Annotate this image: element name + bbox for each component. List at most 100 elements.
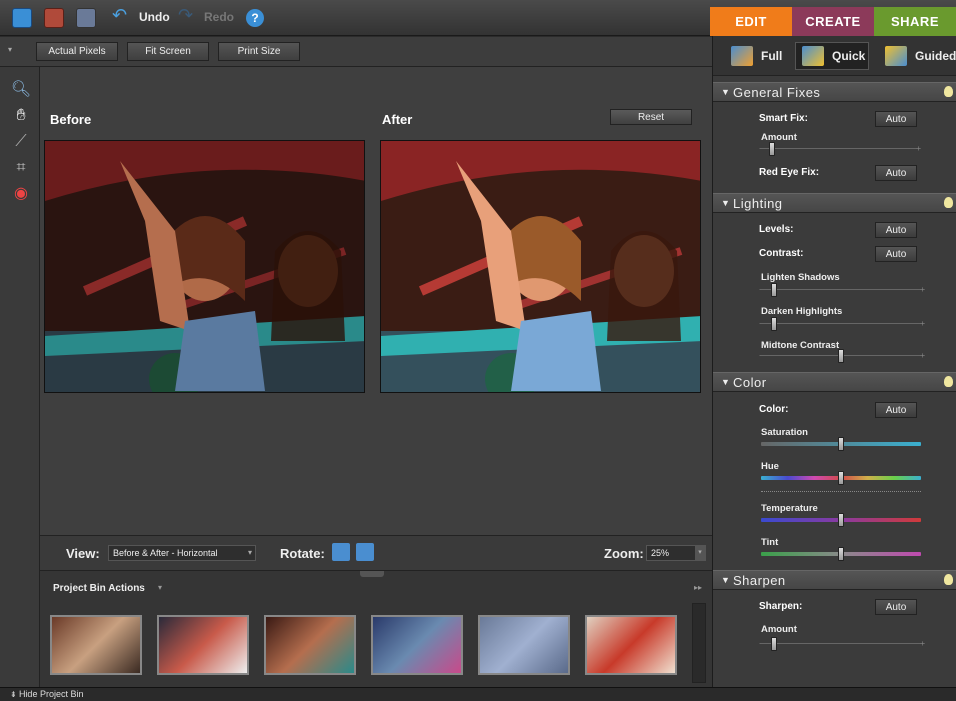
rotate-right-icon[interactable]: [356, 543, 374, 561]
midtone-contrast-slider[interactable]: − +: [759, 349, 925, 363]
hue-reference-line: [761, 491, 921, 493]
save-icon[interactable]: [76, 8, 96, 28]
collapse-triangle-icon: ▼: [721, 575, 731, 585]
tab-edit[interactable]: EDIT: [710, 7, 792, 36]
hue-slider[interactable]: [761, 471, 921, 485]
bin-thumbnail-2[interactable]: [157, 615, 249, 675]
smart-fix-amount-slider[interactable]: − +: [759, 142, 921, 156]
slider-thumb[interactable]: [838, 513, 844, 527]
slider-track: [761, 323, 921, 324]
mode-guided[interactable]: Guided: [885, 42, 956, 70]
slider-track: [761, 643, 921, 644]
lighting-header[interactable]: ▼ Lighting: [713, 193, 956, 213]
undo-icon[interactable]: ↶: [112, 5, 136, 25]
bin-splitter-handle[interactable]: [360, 571, 384, 577]
red-eye-auto-button[interactable]: Auto: [875, 165, 917, 181]
view-select-value: Before & After - Horizontal: [113, 548, 218, 558]
sharpen-amount-label: Amount: [761, 624, 797, 635]
color-header[interactable]: ▼ Color: [713, 372, 956, 392]
after-image[interactable]: [380, 140, 701, 393]
bin-thumbnail-1[interactable]: [50, 615, 142, 675]
options-collapse-icon[interactable]: ▾: [8, 45, 12, 54]
tab-create[interactable]: CREATE: [792, 7, 874, 36]
lighting-title: Lighting: [733, 196, 783, 211]
zoom-stepper-icon[interactable]: ▾: [695, 546, 705, 560]
zoom-tool-icon[interactable]: 🔍︎: [10, 79, 32, 101]
red-eye-tool-icon[interactable]: ◉: [10, 183, 32, 205]
fit-screen-button[interactable]: Fit Screen: [127, 42, 209, 61]
slider-thumb[interactable]: [771, 317, 777, 331]
slider-thumb[interactable]: [838, 471, 844, 485]
collapse-triangle-icon: ▼: [721, 198, 731, 208]
bin-scrollbar[interactable]: [692, 603, 706, 683]
bin-thumbnail-6[interactable]: [585, 615, 677, 675]
slider-thumb[interactable]: [838, 547, 844, 561]
top-menu-bar: ↶ Undo ↷ Redo ? EDIT CREATE SHARE: [0, 0, 956, 36]
mode-quick-label: Quick: [832, 49, 866, 63]
slider-thumb[interactable]: [838, 349, 844, 363]
tab-edit-label: EDIT: [735, 14, 767, 29]
darken-highlights-slider[interactable]: − +: [759, 317, 925, 331]
rotate-left-icon[interactable]: [332, 543, 350, 561]
hand-tool-icon[interactable]: ✋︎: [10, 105, 32, 127]
zoom-value: 25%: [651, 548, 670, 558]
project-bin: Project Bin Actions ▾ ▸▸: [40, 571, 712, 687]
bin-thumbnail-4[interactable]: [371, 615, 463, 675]
tint-slider[interactable]: [761, 547, 921, 561]
levels-label: Levels:: [759, 224, 794, 235]
zoom-input[interactable]: 25% ▾: [646, 545, 706, 561]
help-button[interactable]: ?: [246, 9, 264, 27]
mode-full-label: Full: [761, 49, 783, 63]
tip-bulb-icon[interactable]: [944, 574, 953, 585]
contrast-auto-button[interactable]: Auto: [875, 246, 917, 262]
tip-bulb-icon[interactable]: [944, 376, 953, 387]
mode-quick[interactable]: Quick: [795, 42, 869, 70]
plus-icon: +: [916, 144, 921, 153]
bin-thumbnail-3[interactable]: [264, 615, 356, 675]
slider-thumb[interactable]: [769, 142, 775, 156]
saturation-slider[interactable]: [761, 437, 921, 451]
edit-mode-bar: Full Quick Guided: [713, 36, 956, 76]
lighten-shadows-slider[interactable]: − +: [759, 283, 925, 297]
tip-bulb-icon[interactable]: [944, 86, 953, 97]
tab-share[interactable]: SHARE: [874, 7, 956, 36]
sharpen-auto-button[interactable]: Auto: [875, 599, 917, 615]
bin-thumbnail-5[interactable]: [478, 615, 570, 675]
levels-auto-button[interactable]: Auto: [875, 222, 917, 238]
bin-actions-chevron-icon[interactable]: ▾: [158, 583, 162, 592]
crop-tool-icon[interactable]: ⌗: [10, 157, 32, 179]
adjustments-panel: Full Quick Guided ▼ General Fixes Smart …: [712, 36, 956, 687]
color-auto-button[interactable]: Auto: [875, 402, 917, 418]
plus-icon: +: [920, 285, 925, 294]
red-eye-fix-label: Red Eye Fix:: [759, 167, 820, 178]
slider-thumb[interactable]: [771, 283, 777, 297]
hide-project-bin-icon[interactable]: ⇟: [10, 690, 19, 699]
redo-icon[interactable]: ↷: [178, 5, 202, 25]
temperature-slider[interactable]: [761, 513, 921, 527]
undo-button[interactable]: Undo: [139, 10, 170, 24]
reset-button[interactable]: Reset: [610, 109, 692, 125]
sharpen-amount-slider[interactable]: − +: [759, 637, 925, 651]
bin-expand-icon[interactable]: ▸▸: [694, 583, 702, 592]
slider-thumb[interactable]: [771, 637, 777, 651]
open-folder-icon[interactable]: [44, 8, 64, 28]
lighten-shadows-label: Lighten Shadows: [761, 272, 840, 283]
tab-share-label: SHARE: [890, 14, 939, 29]
mode-full[interactable]: Full: [731, 42, 782, 70]
before-image[interactable]: [44, 140, 365, 393]
sharpen-title: Sharpen: [733, 573, 786, 588]
hide-project-bin-button[interactable]: Hide Project Bin: [19, 689, 84, 699]
actual-pixels-button[interactable]: Actual Pixels: [36, 42, 118, 61]
smart-fix-auto-button[interactable]: Auto: [875, 111, 917, 127]
new-project-icon[interactable]: [12, 8, 32, 28]
redo-button[interactable]: Redo: [204, 10, 234, 24]
tip-bulb-icon[interactable]: [944, 197, 953, 208]
slider-thumb[interactable]: [838, 437, 844, 451]
print-size-button[interactable]: Print Size: [218, 42, 300, 61]
view-bar: View: Before & After - Horizontal ▾ Rota…: [40, 535, 712, 571]
general-fixes-header[interactable]: ▼ General Fixes: [713, 82, 956, 102]
project-bin-actions-menu[interactable]: Project Bin Actions: [53, 583, 145, 594]
quick-selection-tool-icon[interactable]: ⟋: [10, 131, 32, 153]
sharpen-header[interactable]: ▼ Sharpen: [713, 570, 956, 590]
view-select[interactable]: Before & After - Horizontal ▾: [108, 545, 256, 561]
